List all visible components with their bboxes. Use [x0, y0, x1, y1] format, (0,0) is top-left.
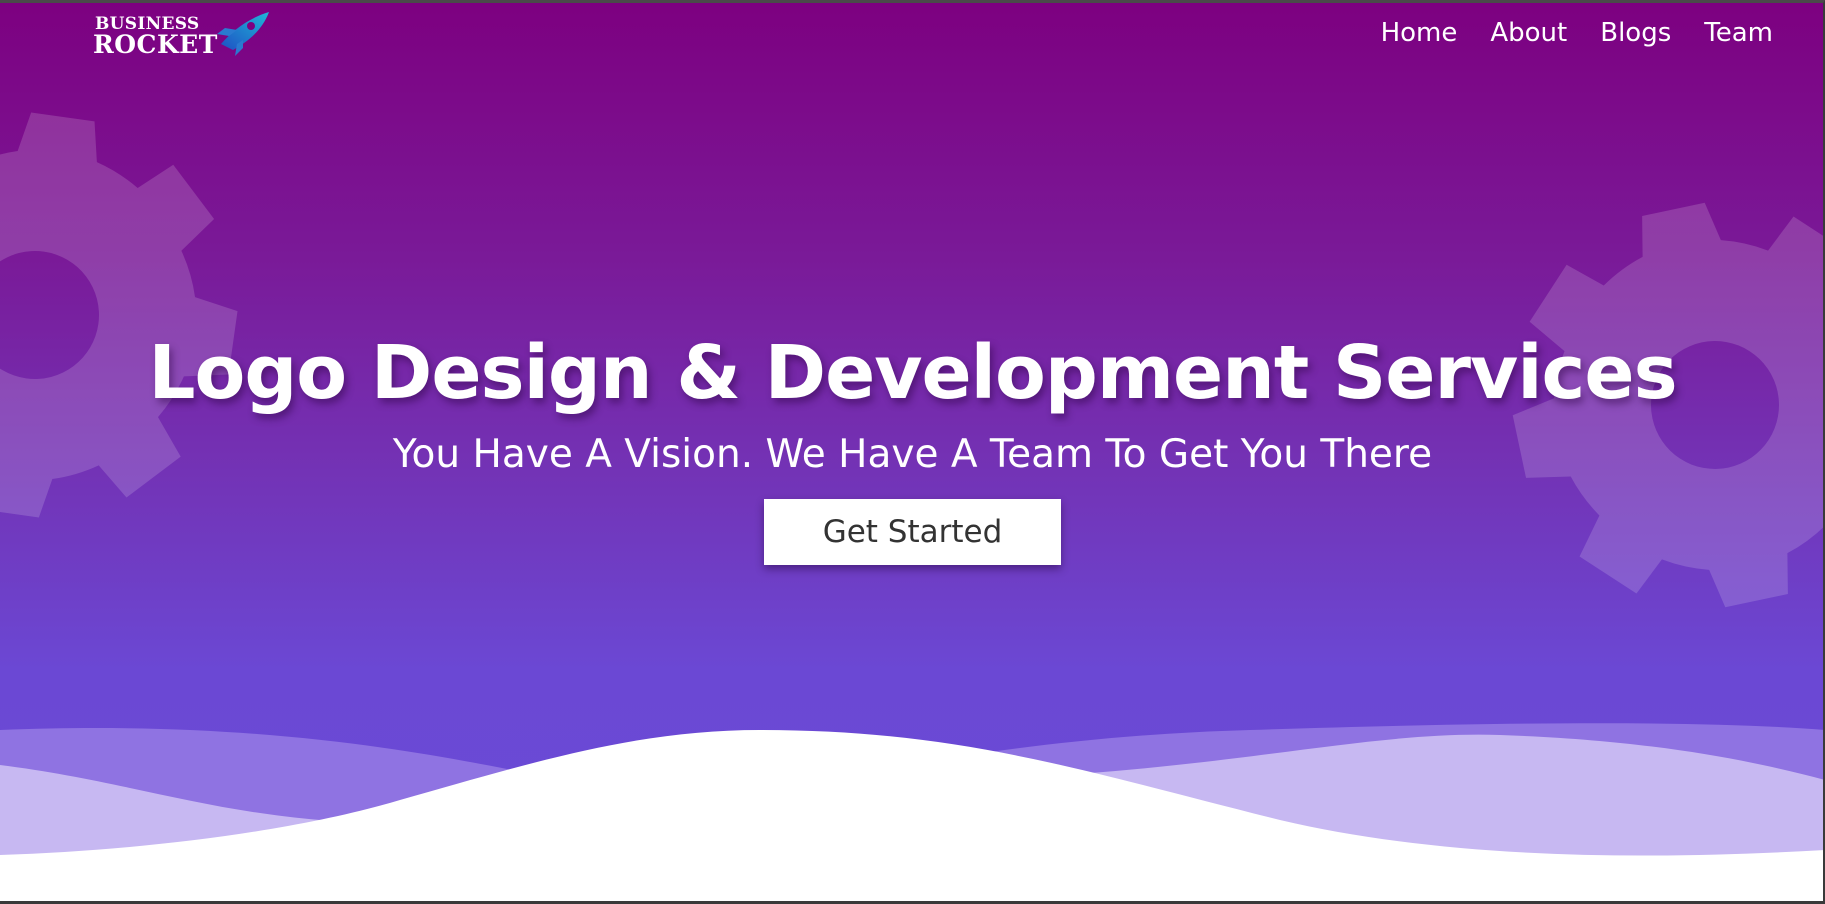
nav-blogs[interactable]: Blogs	[1600, 18, 1671, 48]
nav-about[interactable]: About	[1490, 18, 1567, 48]
navbar: BUSINESS ROCKET Home About Blogs Team	[0, 0, 1825, 74]
hero-title: Logo Design & Development Services	[148, 330, 1677, 416]
hero-content: Logo Design & Development Services You H…	[0, 330, 1825, 565]
brand-logo[interactable]: BUSINESS ROCKET	[93, 10, 273, 62]
page-viewport: BUSINESS ROCKET Home About Blogs Team Lo…	[0, 0, 1825, 904]
rocket-icon	[217, 12, 269, 56]
get-started-button[interactable]: Get Started	[764, 499, 1061, 565]
nav-home[interactable]: Home	[1381, 18, 1458, 48]
nav-team[interactable]: Team	[1704, 18, 1773, 48]
logo-text-rocket: ROCKET	[93, 30, 218, 59]
hero-subtitle: You Have A Vision. We Have A Team To Get…	[392, 432, 1433, 477]
wave-divider	[0, 723, 1825, 904]
nav-links: Home About Blogs Team	[1381, 18, 1773, 48]
